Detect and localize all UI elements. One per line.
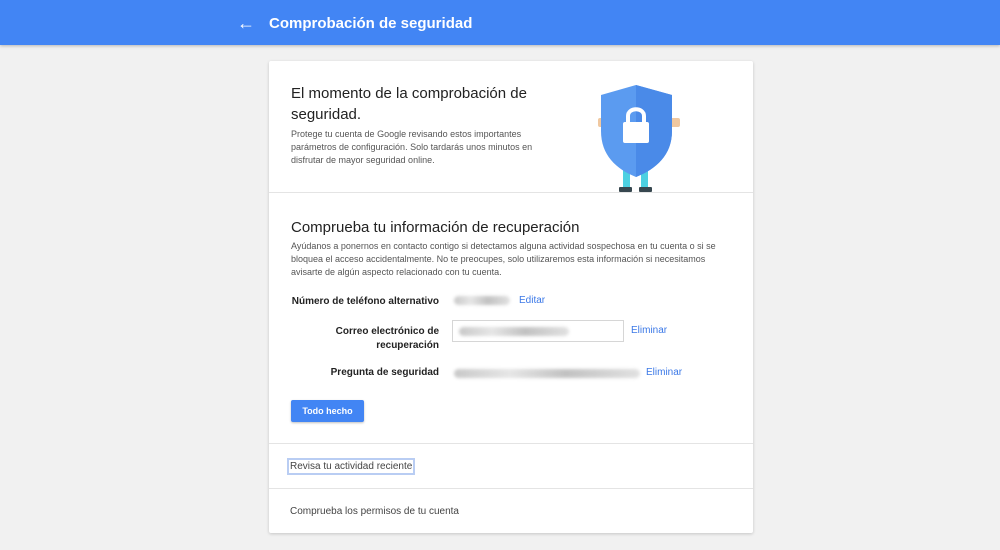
security-question-redacted: [454, 369, 640, 378]
remove-email-link[interactable]: Eliminar: [631, 325, 667, 336]
recovery-section-description: Ayúdanos a ponernos en contacto contigo …: [291, 241, 716, 277]
done-button[interactable]: Todo hecho: [291, 400, 364, 422]
back-arrow-icon[interactable]: ←: [236, 13, 256, 33]
lock-body: [623, 122, 649, 143]
recovery-email-field[interactable]: [452, 320, 624, 342]
intro-description: Protege tu cuenta de Google revisando es…: [291, 129, 533, 165]
recovery-section-title: Comprueba tu información de recuperación: [291, 219, 580, 236]
security-check-card: El momento de la comprobación de segurid…: [269, 61, 753, 533]
security-shield-illustration: [598, 85, 680, 192]
email-value-redacted: [459, 327, 569, 336]
divider: [269, 488, 753, 489]
remove-security-question-link[interactable]: Eliminar: [646, 367, 682, 378]
page-title: Comprobación de seguridad: [269, 15, 473, 32]
divider: [269, 192, 753, 193]
edit-phone-link[interactable]: Editar: [519, 295, 545, 306]
phone-label: Número de teléfono alternativo: [291, 296, 439, 307]
intro-title: El momento de la comprobación de segurid…: [291, 85, 527, 123]
security-question-label: Pregunta de seguridad: [330, 367, 439, 378]
app-header: ← Comprobación de seguridad: [0, 0, 1000, 45]
phone-value-redacted: [454, 296, 510, 305]
check-account-permissions-item[interactable]: Comprueba los permisos de tu cuenta: [290, 506, 459, 517]
review-recent-activity-item[interactable]: Revisa tu actividad reciente: [286, 458, 416, 475]
divider: [269, 443, 753, 444]
email-label: Correo electrónico de recuperación: [335, 326, 439, 351]
